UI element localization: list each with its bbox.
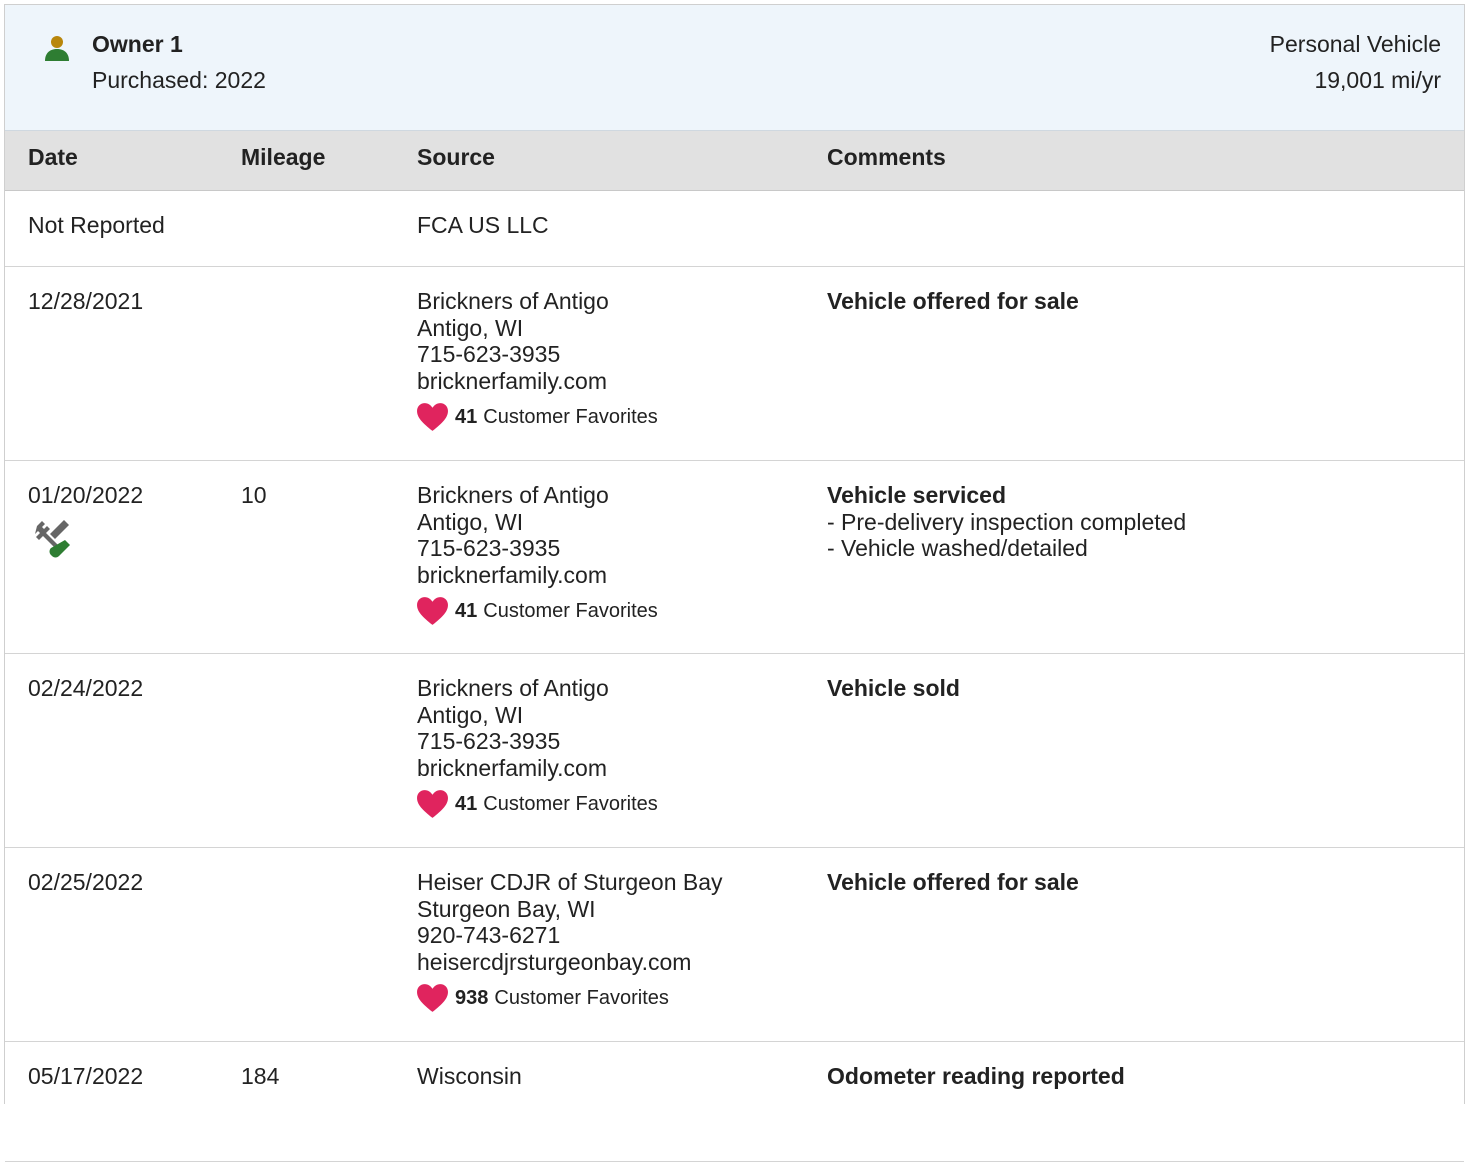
comment-title: Vehicle offered for sale — [827, 869, 1079, 895]
customer-favorites[interactable]: 41 Customer Favorites — [417, 402, 658, 432]
source-website-link[interactable]: bricknerfamily.com — [417, 368, 658, 395]
column-header-comments: Comments — [827, 144, 946, 170]
source-phone[interactable]: 920-743-6271 — [417, 922, 723, 949]
row-source: FCA US LLC — [417, 212, 549, 239]
favorites-count: 41 — [455, 792, 478, 815]
favorites-count: 938 — [455, 986, 489, 1009]
heart-icon — [417, 403, 448, 431]
source-phone[interactable]: 715-623-3935 — [417, 535, 658, 562]
favorites-count: 41 — [455, 599, 478, 622]
owner-miles-per-year: 19,001 mi/yr — [1314, 67, 1441, 93]
column-header-mileage: Mileage — [241, 144, 326, 170]
source-name: Brickners of Antigo — [417, 288, 609, 314]
heart-icon — [417, 597, 448, 625]
row-source: Heiser CDJR of Sturgeon Bay Sturgeon Bay… — [417, 869, 723, 1013]
source-name: Heiser CDJR of Sturgeon Bay — [417, 869, 723, 895]
table-row: 05/17/2022 184 Wisconsin Odometer readin… — [5, 1042, 1464, 1162]
table-row: 02/24/2022 Brickners of Antigo Antigo, W… — [5, 654, 1464, 848]
row-source: Brickners of Antigo Antigo, WI 715-623-3… — [417, 482, 658, 626]
comment-title: Odometer reading reported — [827, 1063, 1125, 1089]
source-name: Brickners of Antigo — [417, 675, 609, 701]
source-phone[interactable]: 715-623-3935 — [417, 728, 658, 755]
row-comments: Odometer reading reported — [827, 1063, 1125, 1090]
customer-favorites[interactable]: 41 Customer Favorites — [417, 596, 658, 626]
heart-icon — [417, 790, 448, 818]
row-mileage: 184 — [241, 1063, 280, 1089]
table-header: Date Mileage Source Comments — [5, 131, 1464, 191]
row-source: Brickners of Antigo Antigo, WI 715-623-3… — [417, 675, 658, 819]
ownership-history-panel: Owner 1 Purchased: 2022 Personal Vehicle… — [4, 4, 1465, 1162]
favorites-label: Customer Favorites — [483, 792, 658, 815]
table-row: 12/28/2021 Brickners of Antigo Antigo, W… — [5, 267, 1464, 461]
row-comments: Vehicle offered for sale — [827, 288, 1079, 315]
source-website-link[interactable]: bricknerfamily.com — [417, 755, 658, 782]
row-source: Wisconsin — [417, 1063, 522, 1090]
wrench-screwdriver-icon — [35, 519, 70, 557]
heart-icon — [417, 984, 448, 1012]
source-website-link[interactable]: bricknerfamily.com — [417, 562, 658, 589]
customer-favorites[interactable]: 41 Customer Favorites — [417, 789, 658, 819]
row-comments: Vehicle offered for sale — [827, 869, 1079, 896]
table-row: Not Reported FCA US LLC — [5, 191, 1464, 267]
source-name: Wisconsin — [417, 1063, 522, 1089]
owner-vehicle-use: Personal Vehicle — [1269, 31, 1441, 57]
owner-purchased-year: Purchased: 2022 — [92, 67, 266, 93]
favorites-count: 41 — [455, 405, 478, 428]
source-location: Antigo, WI — [417, 701, 524, 728]
owner-title: Owner 1 — [92, 31, 183, 57]
row-source: Brickners of Antigo Antigo, WI 715-623-3… — [417, 288, 658, 432]
row-date-cell: 01/20/2022 — [28, 482, 143, 558]
comment-title: Vehicle offered for sale — [827, 288, 1079, 314]
person-icon — [45, 36, 69, 61]
favorites-label: Customer Favorites — [494, 986, 669, 1009]
favorites-label: Customer Favorites — [483, 405, 658, 428]
row-date: 01/20/2022 — [28, 482, 144, 508]
customer-favorites[interactable]: 938 Customer Favorites — [417, 983, 723, 1013]
source-phone[interactable]: 715-623-3935 — [417, 341, 658, 368]
comment-detail: - Vehicle washed/detailed — [827, 535, 1088, 561]
comment-title: Vehicle serviced — [827, 482, 1007, 508]
row-comments: Vehicle serviced - Pre-delivery inspecti… — [827, 482, 1186, 562]
row-date: 02/24/2022 — [28, 675, 144, 701]
source-location: Antigo, WI — [417, 508, 524, 535]
row-date: 12/28/2021 — [28, 288, 144, 314]
row-comments: Vehicle sold — [827, 675, 960, 702]
comment-detail: - Pre-delivery inspection completed — [827, 508, 1187, 535]
source-name: Brickners of Antigo — [417, 482, 609, 508]
row-date: Not Reported — [28, 212, 165, 238]
column-header-date: Date — [28, 144, 78, 170]
owner-header: Owner 1 Purchased: 2022 Personal Vehicle… — [5, 5, 1464, 131]
comment-title: Vehicle sold — [827, 675, 960, 701]
source-website-link[interactable]: heisercdjrsturgeonbay.com — [417, 949, 723, 976]
table-row: 02/25/2022 Heiser CDJR of Sturgeon Bay S… — [5, 848, 1464, 1042]
table-row: 01/20/2022 10 Brickners of Antigo Antigo… — [5, 461, 1464, 654]
favorites-label: Customer Favorites — [483, 599, 658, 622]
row-date: 05/17/2022 — [28, 1063, 144, 1089]
row-date: 02/25/2022 — [28, 869, 144, 895]
source-location: Sturgeon Bay, WI — [417, 895, 596, 922]
row-mileage: 10 — [241, 482, 267, 508]
column-header-source: Source — [417, 144, 495, 170]
source-name: FCA US LLC — [417, 212, 549, 238]
source-location: Antigo, WI — [417, 314, 524, 341]
